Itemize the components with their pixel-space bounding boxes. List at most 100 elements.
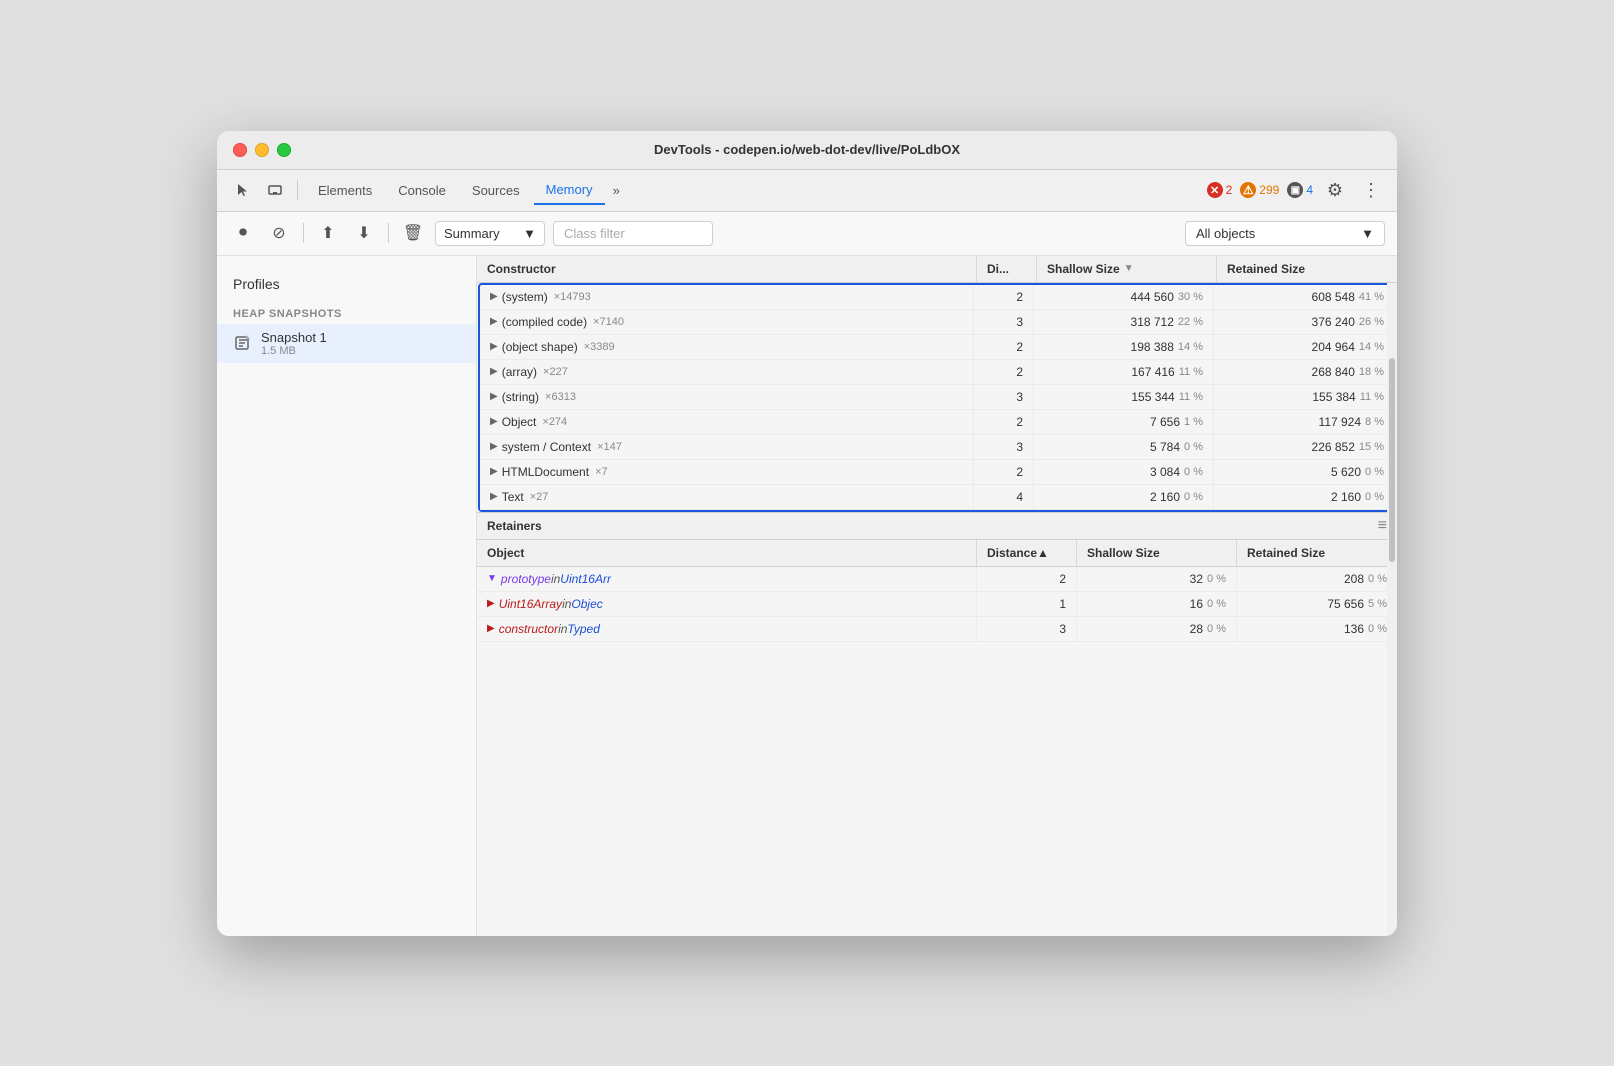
summary-dropdown[interactable]: Summary ▼ <box>435 221 545 246</box>
ret-cell-shallow: 320 % <box>1077 567 1237 591</box>
collect-button[interactable]: 🗑 <box>399 219 427 247</box>
table-row[interactable]: ▶ system / Context ×147 3 5 7840 % 226 8… <box>480 435 1394 460</box>
count-label: ×227 <box>543 366 568 378</box>
tab-sources[interactable]: Sources <box>460 177 532 204</box>
table-row[interactable]: ▶ (system) ×14793 2 444 56030 % 608 5484… <box>480 285 1394 310</box>
profiles-title: Profiles <box>217 268 476 300</box>
maximize-button[interactable] <box>277 143 291 157</box>
expand-icon[interactable]: ▶ <box>490 491 498 502</box>
constructor-name: (compiled code) <box>502 315 587 329</box>
ret-retained-pct: 0 % <box>1368 623 1387 635</box>
shallow-pct: 11 % <box>1179 391 1203 403</box>
cell-constructor: ▶ (object shape) ×3389 <box>480 335 974 359</box>
download-button[interactable]: ⬇ <box>350 219 378 247</box>
cell-retained: 2 1600 % <box>1214 485 1394 509</box>
count-label: ×3389 <box>584 341 615 353</box>
expand-icon[interactable]: ▶ <box>490 341 498 352</box>
expand-icon[interactable]: ▶ <box>490 416 498 427</box>
expand-icon[interactable]: ▶ <box>490 291 498 302</box>
ret-cell-distance: 1 <box>977 592 1077 616</box>
close-button[interactable] <box>233 143 247 157</box>
toolbar-right: ✕ 2 ⚠ 299 ▣ 4 ⚙ ⋮ <box>1207 176 1385 204</box>
retained-pct: 11 % <box>1360 391 1384 403</box>
ret-context: Typed <box>567 622 599 636</box>
count-label: ×6313 <box>545 391 576 403</box>
retained-pct: 14 % <box>1359 341 1384 353</box>
table-row[interactable]: ▶ (array) ×227 2 167 41611 % 268 84018 % <box>480 360 1394 385</box>
upload-button[interactable]: ⬆ <box>314 219 342 247</box>
count-label: ×7 <box>595 466 608 478</box>
cursor-icon[interactable] <box>229 176 257 204</box>
ret-cell-object: ▶ Uint16Array in Objec <box>477 592 977 616</box>
retained-pct: 41 % <box>1359 291 1384 303</box>
more-tabs-button[interactable]: » <box>607 179 626 202</box>
retained-pct: 15 % <box>1359 441 1384 453</box>
table-row[interactable]: ▶ HTMLDocument ×7 2 3 0840 % 5 6200 % <box>480 460 1394 485</box>
shallow-pct: 14 % <box>1178 341 1203 353</box>
ret-expand-icon[interactable]: ▶ <box>487 623 495 634</box>
cell-retained: 268 84018 % <box>1214 360 1394 384</box>
cell-constructor: ▶ system / Context ×147 <box>480 435 974 459</box>
cell-constructor: ▶ HTMLDocument ×7 <box>480 460 974 484</box>
summary-label: Summary <box>444 226 500 241</box>
ret-retained-pct: 0 % <box>1368 573 1387 585</box>
expand-icon[interactable]: ▶ <box>490 366 498 377</box>
ret-context: Uint16Arr <box>560 572 611 586</box>
expand-icon[interactable]: ▶ <box>490 466 498 477</box>
clear-button[interactable]: ⊘ <box>265 219 293 247</box>
tab-memory[interactable]: Memory <box>534 176 605 205</box>
tab-console[interactable]: Console <box>386 177 458 204</box>
retainer-row[interactable]: ▶ constructor in Typed 3 280 % 1360 % <box>477 617 1397 642</box>
action-bar: ⏺ ⊘ ⬆ ⬇ 🗑 Summary ▼ Class filter All obj… <box>217 212 1397 256</box>
tab-elements[interactable]: Elements <box>306 177 384 204</box>
cell-constructor: ▶ Object ×274 <box>480 410 974 434</box>
retained-pct: 8 % <box>1365 416 1384 428</box>
settings-button[interactable]: ⚙ <box>1321 176 1349 204</box>
retainer-row[interactable]: ▼ prototype in Uint16Arr 2 320 % 2080 % <box>477 567 1397 592</box>
ret-connector: in <box>551 572 560 586</box>
responsive-icon[interactable] <box>261 176 289 204</box>
class-filter-input[interactable]: Class filter <box>553 221 713 246</box>
ret-expand-icon[interactable]: ▶ <box>487 598 495 609</box>
ret-cell-shallow: 160 % <box>1077 592 1237 616</box>
expand-icon[interactable]: ▶ <box>490 391 498 402</box>
ret-cell-object: ▼ prototype in Uint16Arr <box>477 567 977 591</box>
ret-cell-retained: 1360 % <box>1237 617 1397 641</box>
cell-distance: 2 <box>974 360 1034 384</box>
table-row[interactable]: ▶ (string) ×6313 3 155 34411 % 155 38411… <box>480 385 1394 410</box>
sidebar: Profiles HEAP SNAPSHOTS Snapshot 1 1.5 M… <box>217 256 477 936</box>
heap-snapshots-title: HEAP SNAPSHOTS <box>217 300 476 324</box>
more-menu-button[interactable]: ⋮ <box>1357 176 1385 204</box>
ret-expand-icon[interactable]: ▼ <box>487 573 497 584</box>
window-title: DevTools - codepen.io/web-dot-dev/live/P… <box>654 142 960 157</box>
nav-tabs: Elements Console Sources Memory » <box>306 176 626 205</box>
snapshot-size: 1.5 MB <box>261 345 327 357</box>
cell-shallow: 444 56030 % <box>1034 285 1214 309</box>
count-label: ×274 <box>542 416 567 428</box>
constructor-name: HTMLDocument <box>502 465 589 479</box>
snapshot-item[interactable]: Snapshot 1 1.5 MB <box>217 324 476 363</box>
cell-retained: 376 24026 % <box>1214 310 1394 334</box>
heap-table[interactable]: Constructor Di... Shallow Size ▼ Retaine… <box>477 256 1397 936</box>
expand-icon[interactable]: ▶ <box>490 316 498 327</box>
ret-shallow-pct: 0 % <box>1207 573 1226 585</box>
table-row[interactable]: ▶ Text ×27 4 2 1600 % 2 1600 % <box>480 485 1394 510</box>
minimize-button[interactable] <box>255 143 269 157</box>
cell-distance: 3 <box>974 310 1034 334</box>
snapshot-info: Snapshot 1 1.5 MB <box>261 330 327 357</box>
table-row[interactable]: ▶ Object ×274 2 7 6561 % 117 9248 % <box>480 410 1394 435</box>
titlebar: DevTools - codepen.io/web-dot-dev/live/P… <box>217 131 1397 170</box>
scrollbar-thumb[interactable] <box>1389 358 1395 562</box>
retainer-row[interactable]: ▶ Uint16Array in Objec 1 160 % 75 6565 % <box>477 592 1397 617</box>
scrollbar-track[interactable] <box>1387 256 1397 936</box>
cell-constructor: ▶ (compiled code) ×7140 <box>480 310 974 334</box>
table-row[interactable]: ▶ (object shape) ×3389 2 198 38814 % 204… <box>480 335 1394 360</box>
expand-icon[interactable]: ▶ <box>490 441 498 452</box>
table-row[interactable]: ▶ (compiled code) ×7140 3 318 71222 % 37… <box>480 310 1394 335</box>
constructor-name: system / Context <box>502 440 591 454</box>
objects-dropdown[interactable]: All objects ▼ <box>1185 221 1385 246</box>
cell-distance: 2 <box>974 460 1034 484</box>
record-button[interactable]: ⏺ <box>229 219 257 247</box>
cell-shallow: 167 41611 % <box>1034 360 1214 384</box>
cell-shallow: 155 34411 % <box>1034 385 1214 409</box>
